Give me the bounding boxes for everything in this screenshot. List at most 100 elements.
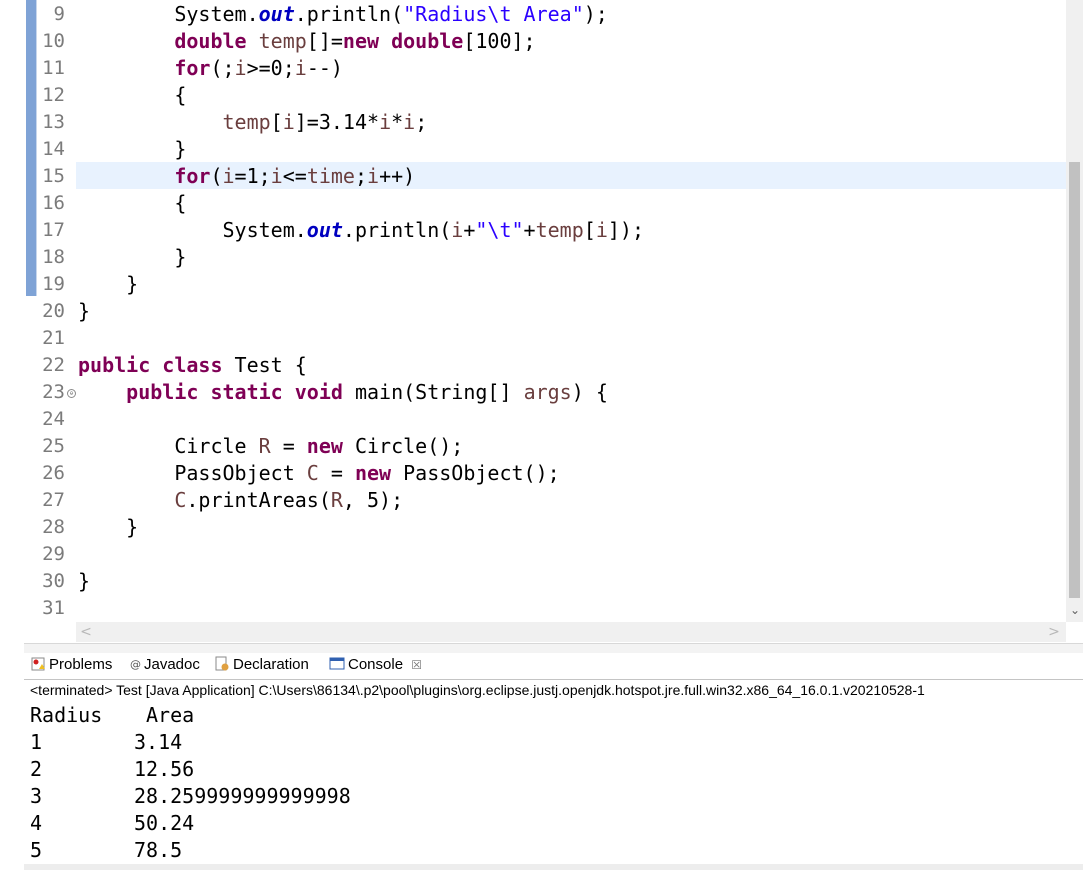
console-output-col1: 5 bbox=[30, 838, 43, 862]
code-token: time bbox=[306, 164, 355, 188]
code-token: { bbox=[78, 83, 187, 107]
tab-label: Javadoc bbox=[144, 656, 200, 673]
console-output-col1: 4 bbox=[30, 811, 43, 835]
console-output-col2: 50.24 bbox=[134, 811, 195, 835]
line-number: 18 bbox=[42, 246, 65, 268]
code-line[interactable]: } bbox=[78, 298, 90, 325]
code-token: } bbox=[78, 137, 187, 161]
console-output-col1: 2 bbox=[30, 757, 43, 781]
vertical-scrollbar[interactable] bbox=[1066, 0, 1083, 622]
code-editor[interactable]: 9 10 11 12 13 14 15 16 17 18 19 20 21 22 23 24 25 26 27 28 2… bbox=[0, 0, 1083, 643]
problems-icon bbox=[31, 657, 45, 671]
code-token: System. bbox=[78, 2, 259, 26]
code-line[interactable]: { bbox=[78, 82, 186, 109]
code-token: [100]; bbox=[463, 29, 536, 53]
code-line[interactable]: public class Test { bbox=[78, 352, 307, 379]
console-output[interactable]: Radius Area 1 3.14 2 12.56 3 28.259999999999998… bbox=[24, 701, 1083, 870]
code-token: C bbox=[174, 488, 187, 512]
code-line[interactable]: } bbox=[78, 568, 90, 595]
code-line[interactable]: System.out.println(i+"\t"+temp[i]); bbox=[78, 217, 644, 244]
code-token: void bbox=[294, 380, 343, 404]
vertical-scrollbar-thumb[interactable] bbox=[1069, 162, 1080, 598]
line-number: 15 bbox=[42, 165, 65, 187]
code-token: i bbox=[270, 164, 283, 188]
tab-problems[interactable]: Problems bbox=[30, 653, 112, 677]
horizontal-scrollbar[interactable] bbox=[76, 622, 1066, 642]
code-line[interactable]: PassObject C = new PassObject(); bbox=[78, 460, 559, 487]
line-number: 21 bbox=[42, 327, 65, 349]
code-line[interactable]: } bbox=[78, 136, 186, 163]
code-token: ; bbox=[415, 110, 428, 134]
code-token: new bbox=[342, 29, 380, 53]
console-output-col2: 3.14 bbox=[134, 730, 183, 754]
code-token: , 5); bbox=[342, 488, 404, 512]
code-token: ++) bbox=[379, 164, 416, 188]
code-token: new bbox=[306, 434, 343, 458]
code-token: temp bbox=[535, 218, 584, 242]
code-token: ; bbox=[354, 164, 368, 188]
console-output-col1: 3 bbox=[30, 784, 43, 808]
code-token: double bbox=[391, 29, 464, 53]
scroll-right-arrow-icon[interactable]: > bbox=[1046, 623, 1062, 641]
fold-collapse-icon[interactable]: ⊖ bbox=[67, 389, 76, 398]
editor-left-margin bbox=[0, 0, 24, 643]
code-line[interactable]: } bbox=[78, 271, 138, 298]
line-number: 30 bbox=[42, 570, 65, 592]
code-token: R bbox=[330, 488, 343, 512]
scroll-left-arrow-icon[interactable]: < bbox=[78, 623, 94, 641]
views-tab-bar: Problems @ Javadoc Declaration Console ☒ bbox=[24, 653, 1083, 679]
code-line[interactable]: } bbox=[78, 514, 138, 541]
console-output-col2: 12.56 bbox=[134, 757, 195, 781]
code-token: i bbox=[222, 164, 235, 188]
line-number-gutter: 9 10 11 12 13 14 15 16 17 18 19 20 21 22 23 24 25 26 27 28 2… bbox=[36, 0, 71, 628]
scroll-down-arrow-icon[interactable]: ⌄ bbox=[1068, 601, 1082, 619]
code-token: } bbox=[78, 569, 91, 593]
code-line[interactable]: Circle R = new Circle(); bbox=[78, 433, 463, 460]
code-line[interactable]: for(i=1;i<=time;i++) bbox=[78, 163, 415, 190]
line-number: 29 bbox=[42, 543, 65, 565]
code-token: System. bbox=[78, 218, 307, 242]
code-token: "\t" bbox=[475, 218, 524, 242]
code-token: new bbox=[354, 461, 392, 485]
console-output-col1: Radius bbox=[30, 703, 103, 727]
console-output-col2: 28.259999999999998 bbox=[134, 784, 351, 808]
code-token: i bbox=[234, 56, 247, 80]
code-line[interactable]: double temp[]=new double[100]; bbox=[78, 28, 536, 55]
code-token: public bbox=[126, 380, 199, 404]
code-token: temp bbox=[222, 110, 271, 134]
code-line[interactable]: public static void main(String[] args) { bbox=[78, 379, 608, 406]
code-line[interactable]: { bbox=[78, 190, 186, 217]
code-token: (; bbox=[210, 56, 235, 80]
code-token: Circle(); bbox=[342, 434, 464, 458]
code-line[interactable]: for(;i>=0;i--) bbox=[78, 55, 343, 82]
code-line[interactable]: } bbox=[78, 244, 186, 271]
code-token: i bbox=[282, 110, 295, 134]
close-icon[interactable]: ☒ bbox=[411, 658, 422, 672]
code-line[interactable]: System.out.println("Radius\t Area"); bbox=[78, 1, 608, 28]
tab-javadoc[interactable]: @ Javadoc bbox=[129, 653, 200, 677]
code-token: [ bbox=[583, 218, 596, 242]
code-token: + bbox=[523, 218, 536, 242]
code-token: i bbox=[595, 218, 608, 242]
code-token: =1; bbox=[234, 164, 271, 188]
line-number: 27 bbox=[42, 489, 65, 511]
code-line[interactable]: temp[i]=3.14*i*i; bbox=[78, 109, 428, 136]
code-token: Circle bbox=[78, 434, 259, 458]
tab-console[interactable]: Console ☒ bbox=[329, 653, 422, 677]
code-token: { bbox=[78, 191, 187, 215]
line-number: 24 bbox=[42, 408, 65, 430]
tab-declaration[interactable]: Declaration bbox=[214, 653, 309, 677]
code-token: temp bbox=[258, 29, 307, 53]
tab-label: Declaration bbox=[233, 656, 309, 673]
code-token: .println( bbox=[294, 2, 404, 26]
svg-text:@: @ bbox=[130, 658, 141, 671]
code-token: args bbox=[523, 380, 572, 404]
line-number: 23 bbox=[42, 381, 65, 403]
code-line[interactable]: C.printAreas(R, 5); bbox=[78, 487, 403, 514]
